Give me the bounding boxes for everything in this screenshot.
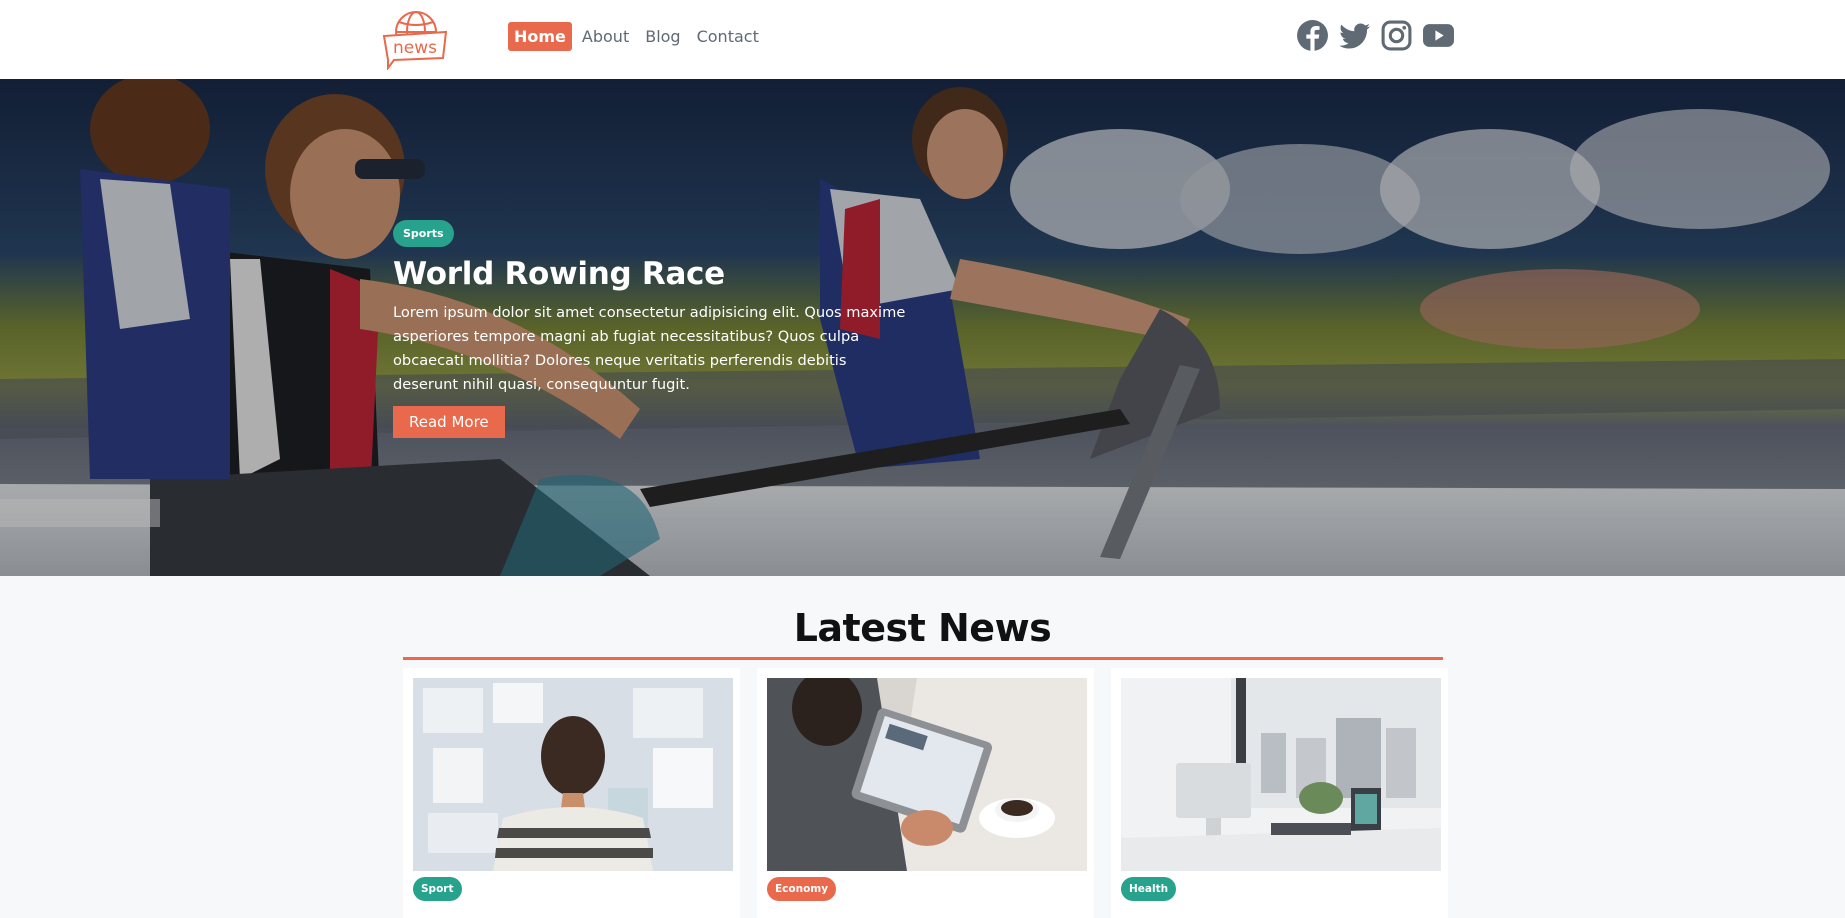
- card-category-badge[interactable]: Sport: [413, 877, 462, 901]
- nav-about[interactable]: About: [576, 22, 635, 51]
- site-header: news Home About Blog Contact: [0, 0, 1845, 79]
- news-card[interactable]: Sport: [403, 668, 740, 918]
- nav-blog[interactable]: Blog: [639, 22, 686, 51]
- hero-banner: Sports World Rowing Race Lorem ipsum dol…: [0, 79, 1845, 576]
- twitter-icon[interactable]: [1338, 19, 1371, 52]
- logo-text: news: [393, 38, 437, 58]
- hero-description: Lorem ipsum dolor sit amet consectetur a…: [393, 304, 906, 393]
- hero-overlay: [0, 79, 1845, 576]
- nav-home[interactable]: Home: [508, 22, 572, 51]
- nav-contact[interactable]: Contact: [691, 22, 765, 51]
- main-nav: Home About Blog Contact: [508, 22, 769, 51]
- card-image-tablet-coffee: [767, 678, 1087, 871]
- youtube-icon[interactable]: [1422, 19, 1455, 52]
- card-image-office-desk: [1121, 678, 1441, 871]
- hero-category-badge[interactable]: Sports: [393, 220, 454, 247]
- social-links: [1296, 19, 1455, 52]
- hero-content: Sports World Rowing Race Lorem ipsum dol…: [393, 220, 913, 438]
- card-category-badge[interactable]: Health: [1121, 877, 1177, 901]
- facebook-icon[interactable]: [1296, 19, 1329, 52]
- instagram-icon[interactable]: [1380, 19, 1413, 52]
- hero-title: World Rowing Race: [393, 256, 725, 292]
- news-card[interactable]: Health: [1111, 668, 1448, 918]
- news-card[interactable]: Economy: [757, 668, 1094, 918]
- section-divider: [403, 657, 1443, 660]
- news-logo[interactable]: news: [380, 8, 450, 70]
- card-category-badge[interactable]: Economy: [767, 877, 837, 901]
- read-more-button[interactable]: Read More: [393, 406, 505, 438]
- card-image-planning-board: [413, 678, 733, 871]
- news-card-list: Sport Economy Health: [403, 668, 1448, 918]
- latest-news-heading: Latest News: [793, 606, 1052, 650]
